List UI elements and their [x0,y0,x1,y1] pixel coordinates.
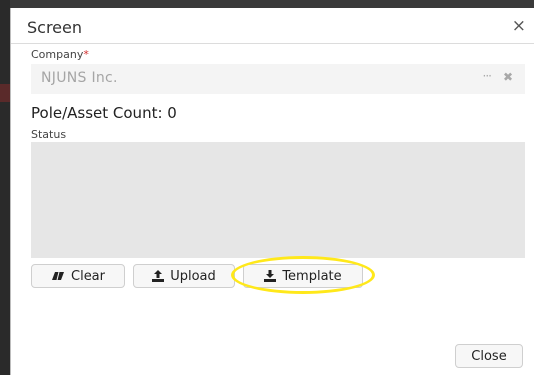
backdrop-top-bar [0,0,534,8]
screen-dialog: Screen × Company* NJUNS Inc. ··· ✖ Pole/… [10,8,534,375]
clear-button[interactable]: Clear [31,264,125,288]
pole-asset-count: Pole/Asset Count: 0 [31,104,177,122]
close-icon[interactable]: × [512,16,526,36]
eraser-icon [51,271,65,281]
company-label-text: Company [31,48,84,61]
dialog-title: Screen [27,18,83,37]
close-button[interactable]: Close [455,344,523,368]
dialog-header: Screen × [11,14,534,44]
template-button[interactable]: Template [243,264,363,288]
company-label: Company* [31,48,89,61]
backdrop-left-bar [0,0,10,375]
upload-button-label: Upload [170,268,216,284]
backdrop-left-accent [0,84,10,102]
more-options-icon[interactable]: ··· [483,69,493,83]
status-label: Status [31,128,67,141]
download-icon [264,270,277,282]
template-button-label: Template [282,268,342,284]
company-field[interactable]: NJUNS Inc. ··· ✖ [31,64,525,94]
required-marker: * [83,48,89,61]
company-value: NJUNS Inc. [41,70,118,86]
clear-field-icon[interactable]: ✖ [503,70,513,84]
upload-button[interactable]: Upload [133,264,235,288]
status-area [31,142,525,258]
upload-icon [152,270,165,282]
clear-button-label: Clear [71,268,105,284]
